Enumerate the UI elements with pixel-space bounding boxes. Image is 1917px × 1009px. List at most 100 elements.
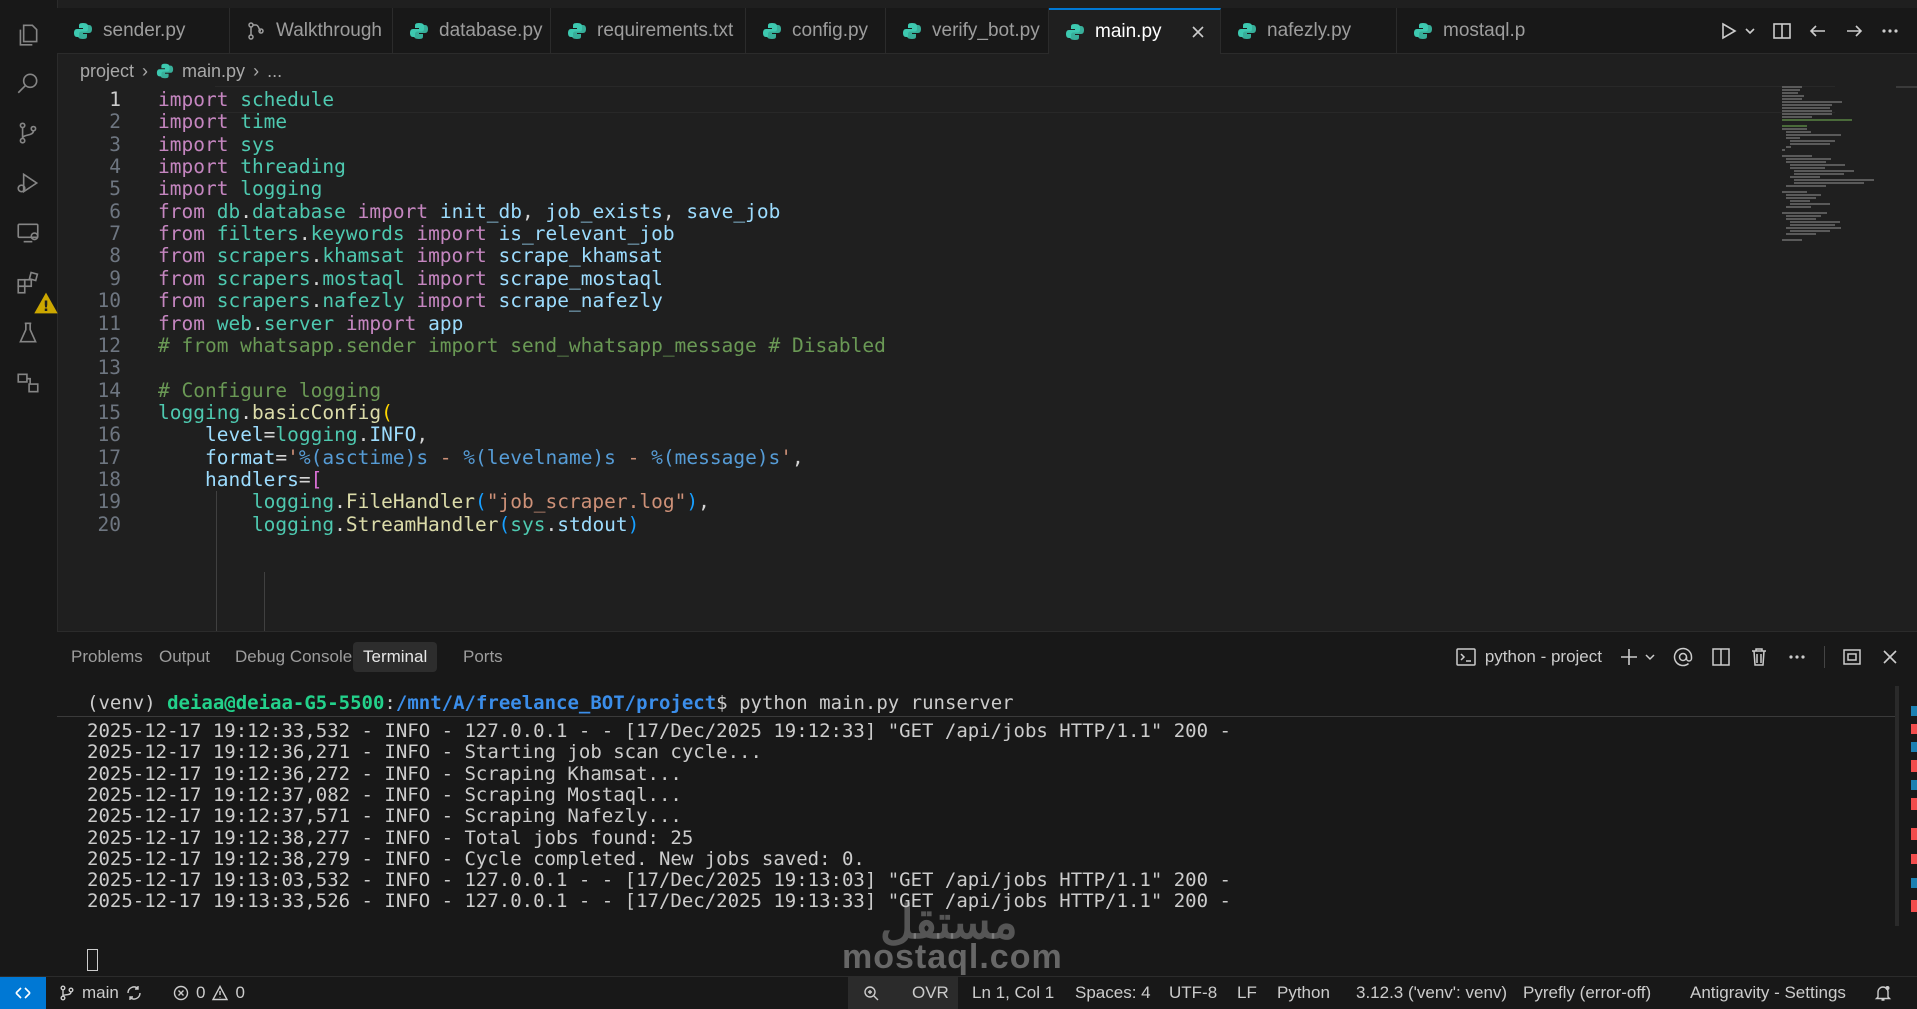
chevron-right-icon: › <box>253 60 260 81</box>
breadcrumb-file[interactable]: main.py <box>182 61 245 82</box>
status-bar: main 0 0 OVR Ln 1, Col 1 Spaces: 4 UTF-8… <box>0 976 1917 1009</box>
arrow-right-icon[interactable] <box>1843 20 1865 42</box>
terminal-prompt-line: (venv) deiaa@deiaa-G5-5500:/mnt/A/freela… <box>87 690 1014 716</box>
terminal-cursor <box>87 949 98 971</box>
scroll-decoration <box>1911 900 1917 912</box>
settings-status[interactable]: Antigravity - Settings <box>1690 977 1846 1009</box>
run-debug-icon[interactable] <box>13 168 43 198</box>
search-icon[interactable] <box>13 68 43 98</box>
prompt-separator: : <box>384 692 396 714</box>
run-icon[interactable] <box>1717 20 1739 42</box>
tab-label: sender.py <box>103 19 186 41</box>
pyrefly-status[interactable]: Pyrefly (error-off) <box>1523 977 1651 1009</box>
editor-tab-bar: sender.py Walkthrough database.py requir… <box>57 8 1917 54</box>
python-file-icon <box>1238 22 1256 39</box>
prompt-command: python main.py runserver <box>739 692 1014 714</box>
tab-ports[interactable]: Ports <box>453 642 513 672</box>
terminal-scrollbar[interactable] <box>1895 686 1899 926</box>
indentation[interactable]: Spaces: 4 <box>1075 977 1151 1009</box>
extensions-icon[interactable]: ! <box>13 268 58 315</box>
error-count: 0 <box>196 983 206 1002</box>
prompt-venv: (venv) <box>87 692 168 714</box>
branch-indicator[interactable]: main <box>58 977 143 1009</box>
prompt-path: /mnt/A/freelance_BOT/project <box>395 692 717 714</box>
tab-terminal[interactable]: Terminal <box>353 642 438 672</box>
python-interpreter[interactable]: 3.12.3 ('venv': venv) <box>1356 977 1507 1009</box>
tab-config[interactable]: config.py <box>746 8 886 53</box>
chevron-down-icon[interactable] <box>1743 20 1757 42</box>
warning-icon <box>212 985 229 1001</box>
accounts-icon[interactable] <box>13 368 43 398</box>
scroll-decoration <box>1911 760 1917 772</box>
editor-actions <box>1707 8 1901 53</box>
tab-label: Walkthrough <box>276 19 382 41</box>
remote-explorer-icon[interactable] <box>13 218 43 248</box>
tab-database[interactable]: database.py <box>393 8 551 53</box>
sync-icon[interactable] <box>125 984 143 1002</box>
terminal-selector[interactable]: python - project <box>1455 646 1602 668</box>
new-terminal-icon[interactable] <box>1618 646 1640 668</box>
tab-requirements[interactable]: requirements.txt <box>551 8 746 53</box>
bell-icon <box>1874 986 1892 1001</box>
breadcrumb: project › main.py › ... <box>80 56 282 86</box>
close-tab-icon[interactable] <box>1188 22 1208 42</box>
warning-count: 0 <box>235 983 245 1002</box>
problems-indicator[interactable]: 0 0 <box>172 977 245 1009</box>
zoom-icon <box>864 986 879 1001</box>
testing-icon[interactable] <box>13 318 43 348</box>
tab-walkthrough[interactable]: Walkthrough <box>230 8 393 53</box>
python-file-icon <box>74 22 92 39</box>
breadcrumb-symbols[interactable]: ... <box>267 61 282 82</box>
explorer-icon[interactable] <box>13 20 43 50</box>
prompt-user-host: deiaa@deiaa-G5-5500 <box>167 692 385 714</box>
arrow-left-icon[interactable] <box>1807 20 1829 42</box>
tab-main[interactable]: main.py <box>1049 8 1221 54</box>
at-mention-icon[interactable] <box>1672 646 1694 668</box>
tab-label: config.py <box>792 19 869 41</box>
divider <box>1824 646 1825 668</box>
minimap[interactable] <box>1782 86 1902 286</box>
watermark: mostaql.com <box>842 938 1063 976</box>
notifications[interactable] <box>1874 977 1892 1009</box>
tab-problems[interactable]: Problems <box>61 642 153 672</box>
python-file-icon <box>568 22 586 39</box>
end-of-line[interactable]: LF <box>1237 977 1257 1009</box>
tab-output[interactable]: Output <box>149 642 220 672</box>
python-file-icon <box>156 63 174 79</box>
tab-mostaql[interactable]: mostaql.p <box>1397 8 1597 53</box>
zoom-indicator[interactable] <box>862 977 880 1009</box>
scroll-decoration <box>1911 828 1917 840</box>
language-mode[interactable]: Python <box>1277 977 1330 1009</box>
source-control-icon[interactable] <box>13 118 43 148</box>
encoding[interactable]: UTF-8 <box>1169 977 1217 1009</box>
close-panel-icon[interactable] <box>1879 646 1901 668</box>
trash-icon[interactable] <box>1748 646 1770 668</box>
code-line: 20 logging.StreamHandler(sys.stdout) <box>57 511 1917 538</box>
remote-indicator[interactable] <box>0 977 46 1009</box>
more-actions-icon[interactable] <box>1879 20 1901 42</box>
code-text: logging.StreamHandler(sys.stdout) <box>251 512 640 536</box>
breadcrumb-folder[interactable]: project <box>80 61 134 82</box>
branch-icon <box>60 985 74 1001</box>
tab-label: verify_bot.py <box>932 19 1040 41</box>
tab-label: main.py <box>1095 21 1162 42</box>
cursor-position[interactable]: Ln 1, Col 1 <box>972 977 1054 1009</box>
python-file-icon <box>763 22 781 39</box>
scroll-decoration <box>1911 854 1917 864</box>
more-actions-icon[interactable] <box>1786 646 1808 668</box>
split-terminal-icon[interactable] <box>1710 646 1732 668</box>
split-editor-icon[interactable] <box>1771 20 1793 42</box>
chevron-right-icon: › <box>142 60 149 81</box>
terminal-name: python - project <box>1484 647 1602 666</box>
maximize-panel-icon[interactable] <box>1841 646 1863 668</box>
tab-debug-console[interactable]: Debug Console <box>225 642 362 672</box>
editor-scrollbar[interactable] <box>1896 86 1917 88</box>
code-editor[interactable]: 1 import schedule 2 import time 3 import sys 4… <box>57 86 1917 631</box>
tab-nafezly[interactable]: nafezly.py <box>1221 8 1397 53</box>
chevron-down-icon[interactable] <box>1644 646 1656 668</box>
tab-verify-bot[interactable]: verify_bot.py <box>886 8 1049 53</box>
python-file-icon <box>410 22 428 39</box>
tab-sender[interactable]: sender.py <box>57 8 230 53</box>
tab-label: requirements.txt <box>597 19 734 41</box>
ovr-indicator[interactable]: OVR <box>912 977 949 1009</box>
